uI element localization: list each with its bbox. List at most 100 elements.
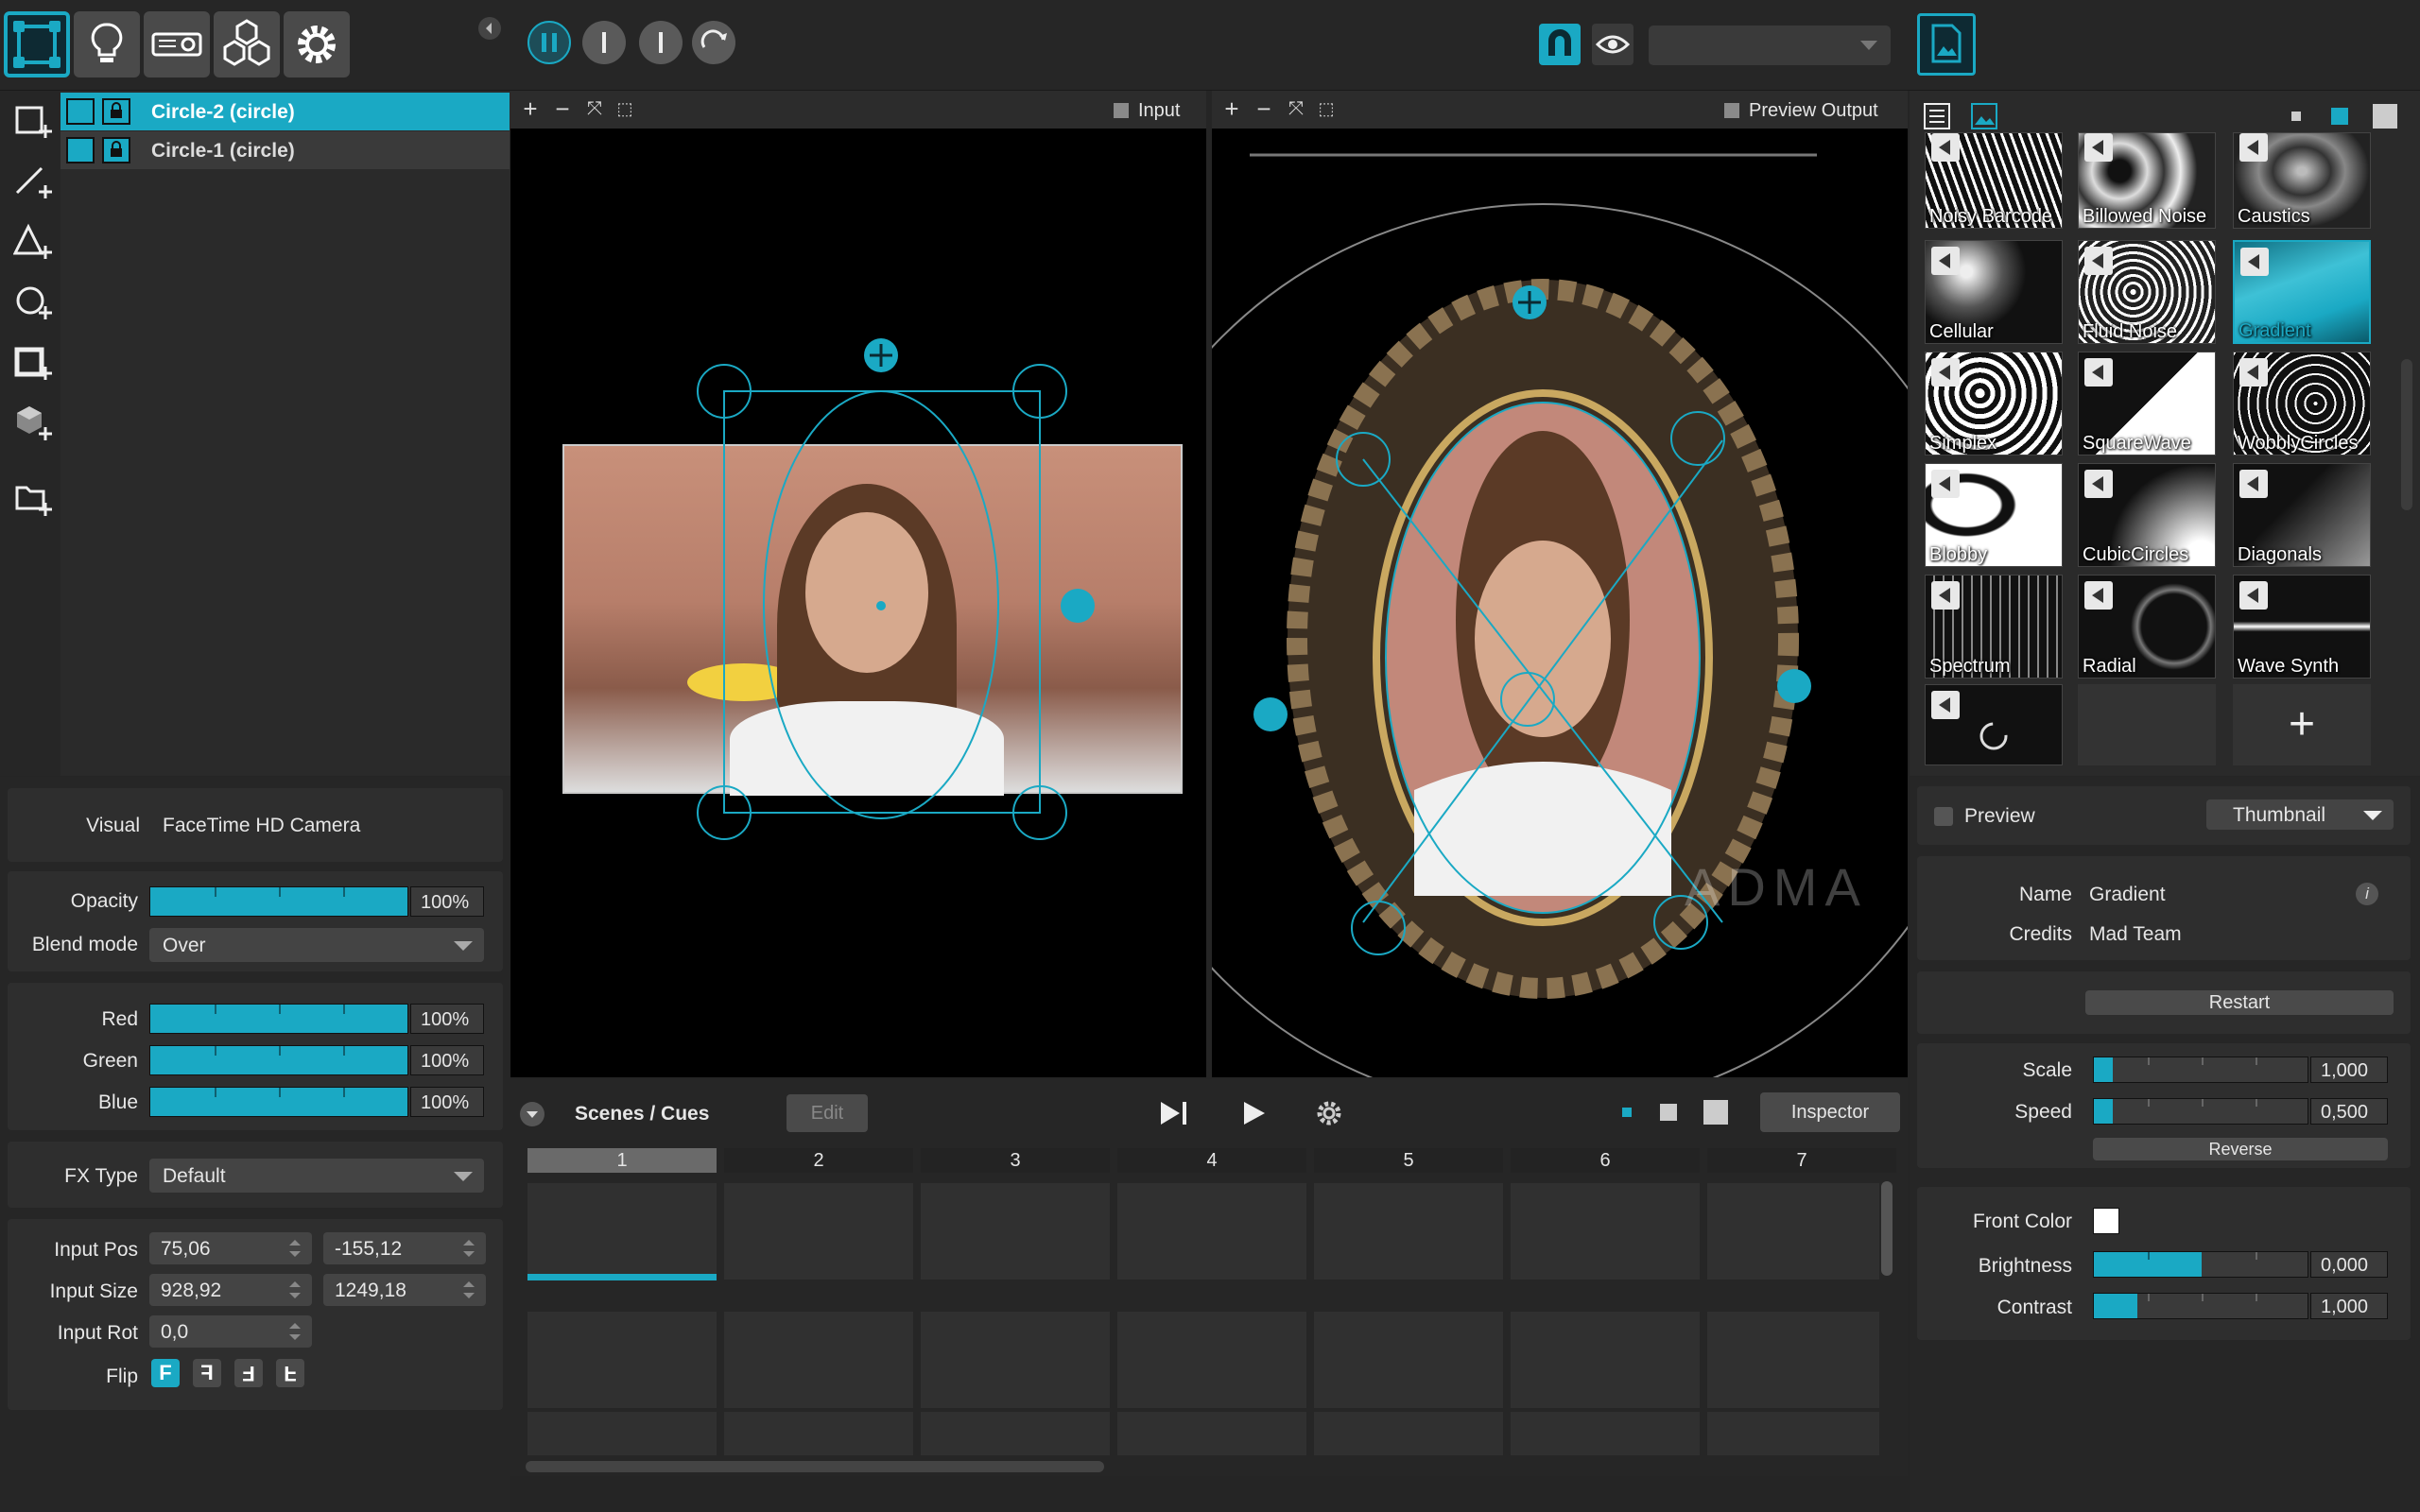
cue-cell[interactable] [1707, 1412, 1879, 1455]
blue-slider[interactable] [149, 1087, 408, 1117]
play-preview-icon[interactable] [1931, 247, 1960, 275]
lighting-mode-button[interactable] [74, 11, 140, 77]
cue-cell[interactable] [921, 1183, 1110, 1280]
play-preview-icon[interactable] [2084, 133, 2113, 162]
add-3d-object-tool[interactable] [13, 403, 55, 444]
input-pos-y-field[interactable]: -155,12 [323, 1232, 486, 1264]
play-preview-icon[interactable] [1931, 691, 1960, 719]
cue-cell[interactable] [527, 1312, 717, 1408]
library-item[interactable]: Billowed Noise [2078, 132, 2216, 229]
add-media-button[interactable]: + [2233, 684, 2371, 765]
flip-both-button[interactable]: F [276, 1359, 304, 1387]
preferences-button[interactable] [284, 11, 350, 77]
library-item[interactable]: Fluid Noise [2078, 240, 2216, 344]
flip-horizontal-button[interactable]: F [193, 1359, 221, 1387]
cue-cell[interactable] [1117, 1312, 1306, 1408]
green-value[interactable]: 100% [410, 1045, 484, 1075]
cue-cell[interactable] [527, 1183, 717, 1280]
thumbnail-select[interactable]: Thumbnail [2206, 799, 2394, 830]
export-button[interactable] [1917, 13, 1976, 76]
library-item[interactable]: Simplex [1925, 352, 2063, 455]
contrast-slider[interactable] [2093, 1293, 2308, 1319]
play-preview-icon[interactable] [2240, 248, 2269, 276]
preview-toggle-button[interactable] [1592, 24, 1634, 65]
stop-all-button[interactable] [639, 21, 683, 64]
add-group-tool[interactable] [13, 478, 55, 520]
brightness-value[interactable]: 0,000 [2310, 1251, 2388, 1278]
cue-cell[interactable] [1314, 1312, 1503, 1408]
cue-column-header[interactable]: 4 [1117, 1148, 1306, 1173]
layer-visibility-checkbox[interactable] [66, 98, 95, 125]
library-item[interactable]: Diagonals [2233, 463, 2371, 567]
medium-thumbnails-icon[interactable] [2331, 108, 2348, 125]
cue-cell[interactable] [724, 1183, 913, 1280]
input-pos-x-field[interactable]: 75,06 [149, 1232, 312, 1264]
speed-slider[interactable] [2093, 1098, 2308, 1125]
inspector-button[interactable]: Inspector [1760, 1092, 1900, 1132]
brightness-slider[interactable] [2093, 1251, 2308, 1278]
contrast-value[interactable]: 1,000 [2310, 1293, 2388, 1319]
blend-mode-select[interactable]: Over [149, 928, 484, 962]
play-preview-icon[interactable] [2084, 581, 2113, 610]
3d-mode-button[interactable] [214, 11, 280, 77]
cue-cell[interactable] [724, 1312, 913, 1408]
play-preview-icon[interactable] [2239, 133, 2268, 162]
visual-value[interactable]: FaceTime HD Camera [163, 815, 360, 837]
play-preview-icon[interactable] [2084, 470, 2113, 498]
cue-cell[interactable] [527, 1412, 717, 1455]
cues-horizontal-scrollbar[interactable] [526, 1461, 1104, 1472]
cue-cell[interactable] [1117, 1412, 1306, 1455]
add-line-tool[interactable] [13, 161, 55, 202]
input-size-h-field[interactable]: 1249,18 [323, 1274, 486, 1306]
cue-column-header[interactable]: 6 [1511, 1148, 1700, 1173]
cue-cell[interactable] [1707, 1312, 1879, 1408]
flip-none-button[interactable]: F [151, 1359, 180, 1387]
stop-button[interactable] [582, 21, 626, 64]
play-preview-icon[interactable] [1931, 581, 1960, 610]
preview-output-checkbox[interactable] [1724, 103, 1739, 118]
library-item[interactable] [1925, 684, 2063, 765]
next-cue-icon[interactable] [1157, 1098, 1191, 1128]
output-select[interactable] [1649, 26, 1891, 65]
cue-column-header[interactable]: 1 [527, 1148, 717, 1173]
library-item[interactable]: Caustics [2233, 132, 2371, 229]
play-preview-icon[interactable] [2239, 470, 2268, 498]
opacity-slider[interactable] [149, 886, 408, 917]
library-item[interactable]: Cellular [1925, 240, 2063, 344]
library-item[interactable]: CubicCircles [2078, 463, 2216, 567]
fx-type-select[interactable]: Default [149, 1159, 484, 1193]
cue-cell[interactable] [1314, 1183, 1503, 1280]
loop-button[interactable] [692, 21, 735, 64]
play-preview-icon[interactable] [2084, 247, 2113, 275]
select-area-icon[interactable]: ⬚ [614, 98, 635, 119]
zoom-in-icon[interactable]: + [520, 96, 541, 121]
zoom-out-icon[interactable]: − [552, 96, 573, 121]
red-value[interactable]: 100% [410, 1004, 484, 1034]
play-preview-icon[interactable] [1931, 358, 1960, 387]
small-thumbnails-icon[interactable] [2291, 112, 2301, 121]
fit-view-icon[interactable]: ⤧ [1286, 98, 1306, 119]
library-item[interactable]: Noisy Barcode [1925, 132, 2063, 229]
preview-checkbox[interactable] [1934, 807, 1953, 826]
info-icon[interactable]: i [2356, 883, 2378, 905]
library-item[interactable]: WobblyCircles [2233, 352, 2371, 455]
library-item[interactable]: Wave Synth [2233, 575, 2371, 679]
library-item[interactable]: Radial [2078, 575, 2216, 679]
speed-value[interactable]: 0,500 [2310, 1098, 2388, 1125]
library-scrollbar[interactable] [2401, 359, 2412, 510]
cue-cell[interactable] [724, 1412, 913, 1455]
library-item[interactable]: SquareWave [2078, 352, 2216, 455]
cue-cell[interactable] [1511, 1312, 1700, 1408]
cue-cell[interactable] [921, 1312, 1110, 1408]
front-color-swatch[interactable] [2093, 1208, 2119, 1234]
add-triangle-tool[interactable] [13, 221, 55, 263]
cue-column-header[interactable]: 2 [724, 1148, 913, 1173]
cue-settings-icon[interactable] [1314, 1098, 1344, 1128]
cue-column-header[interactable]: 7 [1707, 1148, 1896, 1173]
library-item[interactable]: Blobby [1925, 463, 2063, 567]
medium-size-icon[interactable] [1660, 1104, 1677, 1121]
collapse-toolbar-button[interactable] [478, 17, 501, 40]
input-canvas[interactable] [510, 129, 1206, 1077]
cue-cell[interactable] [1511, 1412, 1700, 1455]
list-view-icon[interactable] [1923, 102, 1951, 130]
